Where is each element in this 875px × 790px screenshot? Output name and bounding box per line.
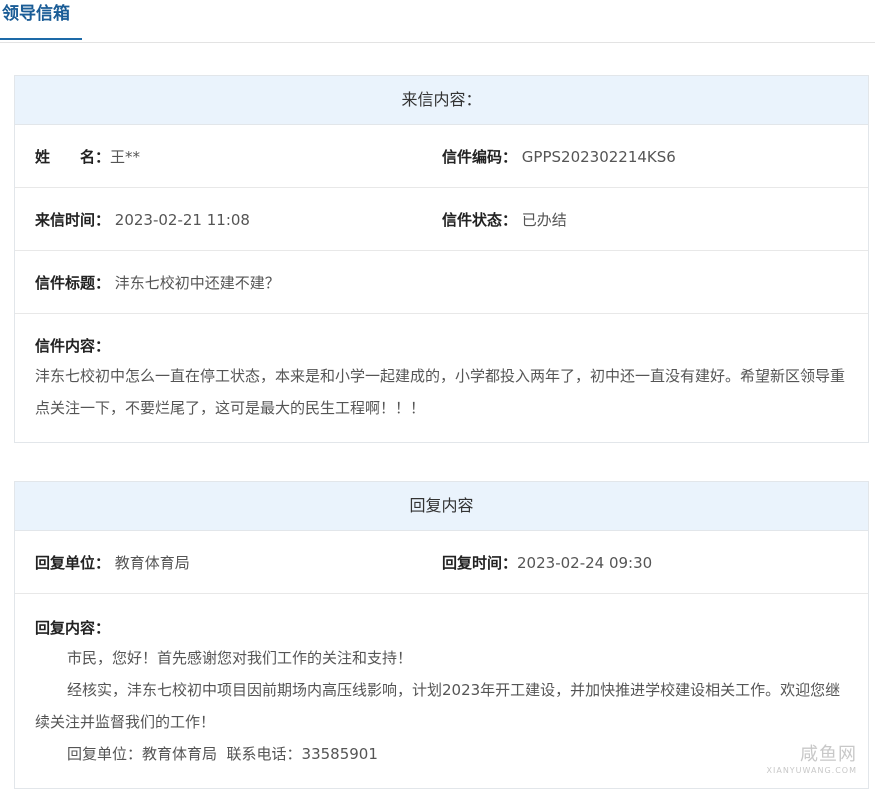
letter-content-label: 信件内容： [35,337,111,355]
letter-row-name-code: 姓 名：王** 信件编码： GPPS202302214KS6 [15,125,868,188]
sender-name-value: 王** [110,147,141,166]
tab-bar: 领导信箱 [0,0,875,43]
reply-unit-value: 教育体育局 [114,553,190,572]
letter-status-value: 已办结 [521,210,567,229]
letter-panel-header: 来信内容： [15,76,868,125]
site-watermark: 咸鱼网 XIANYUWANG.COM [767,740,858,776]
letter-time-value: 2023-02-21 11:08 [114,210,250,229]
letter-title-label: 信件标题： [35,273,111,292]
reply-content: 回复内容： 市民，您好！首先感谢您对我们工作的关注和支持！ 经核实，沣东七校初中… [15,594,868,788]
sender-name-label: 姓 名： [35,147,111,166]
reply-content-label: 回复内容： [35,619,111,637]
watermark-sub: XIANYUWANG.COM [766,766,857,775]
letter-status: 信件状态： 已办结 [422,209,567,230]
reply-time-label: 回复时间： [442,553,518,572]
reply-unit-label: 回复单位： [35,553,111,572]
letter-title-value: 沣东七校初中还建不建？ [114,273,280,292]
reply-paragraph: 经核实，沣东七校初中项目因前期场内高压线影响，计划2023年开工建设，并加快推进… [35,681,841,731]
reply-panel: 回复内容 回复单位： 教育体育局 回复时间：2023-02-24 09:30 回… [14,481,869,789]
letter-content: 信件内容： 沣东七校初中怎么一直在停工状态，本来是和小学一起建成的，小学都投入两… [15,314,868,442]
sender-name: 姓 名：王** [15,146,422,167]
watermark-main: 咸鱼网 [800,744,857,765]
letter-time-label: 来信时间： [35,210,111,229]
letter-row-title: 信件标题： 沣东七校初中还建不建？ [15,251,868,314]
reply-row-unit-time: 回复单位： 教育体育局 回复时间：2023-02-24 09:30 [15,531,868,594]
letter-content-text: 沣东七校初中怎么一直在停工状态，本来是和小学一起建成的，小学都投入两年了，初中还… [35,367,846,417]
reply-paragraph: 回复单位：教育体育局 联系电话：33585901 [67,745,378,763]
letter-row-time-status: 来信时间： 2023-02-21 11:08 信件状态： 已办结 [15,188,868,251]
letter-panel: 来信内容： 姓 名：王** 信件编码： GPPS202302214KS6 来信时… [14,75,869,443]
reply-unit: 回复单位： 教育体育局 [15,552,422,573]
letter-code-value: GPPS202302214KS6 [521,147,676,166]
reply-panel-header: 回复内容 [15,482,868,531]
letter-code-label: 信件编码： [442,147,518,166]
letter-time: 来信时间： 2023-02-21 11:08 [15,209,422,230]
reply-paragraph: 市民，您好！首先感谢您对我们工作的关注和支持！ [67,649,413,667]
letter-title: 信件标题： 沣东七校初中还建不建？ [15,272,280,293]
letter-status-label: 信件状态： [442,210,518,229]
tab-leader-mailbox[interactable]: 领导信箱 [0,0,82,40]
reply-time: 回复时间：2023-02-24 09:30 [422,552,652,573]
letter-code: 信件编码： GPPS202302214KS6 [422,146,676,167]
reply-time-value: 2023-02-24 09:30 [517,553,653,572]
